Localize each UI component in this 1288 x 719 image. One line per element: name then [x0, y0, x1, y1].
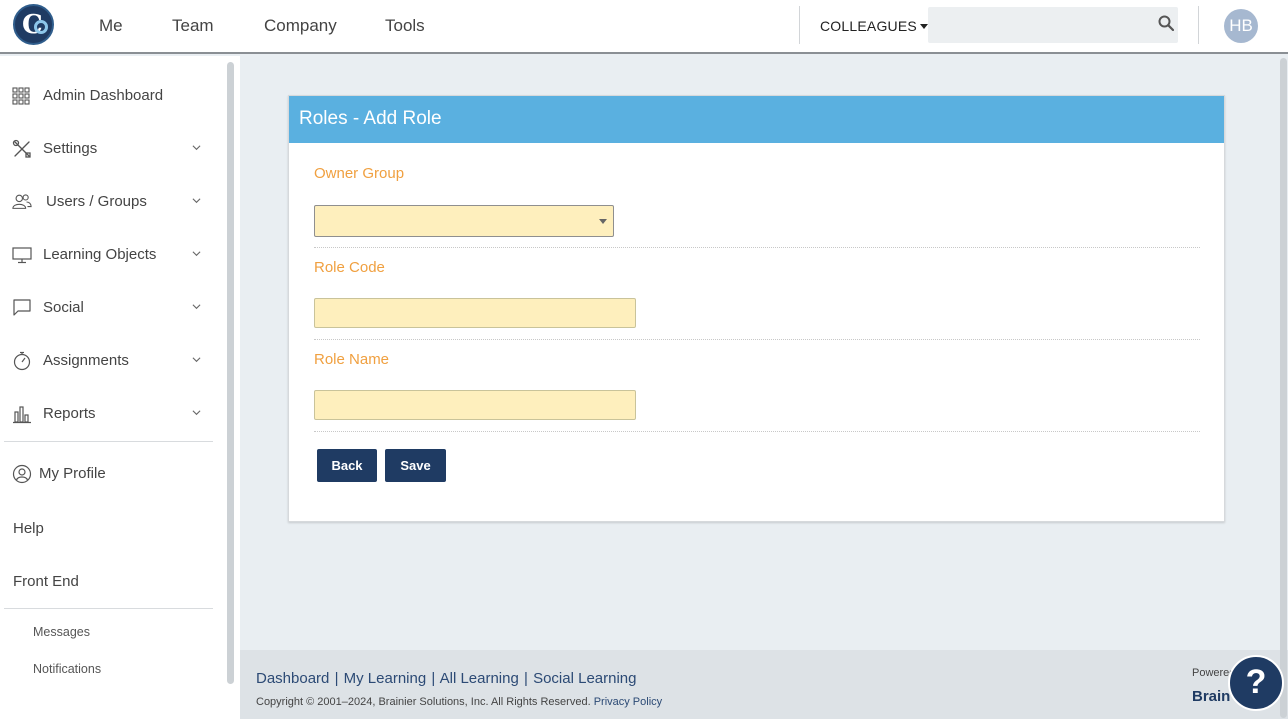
search-icon[interactable]	[1158, 15, 1174, 31]
sidebar-item-my-profile[interactable]: My Profile	[0, 454, 213, 494]
sidebar-item-label: Social	[43, 299, 84, 316]
sidebar-item-label: Reports	[43, 405, 96, 422]
chevron-down-icon	[192, 251, 201, 257]
divider	[799, 6, 800, 44]
chevron-down-icon	[192, 304, 201, 310]
footer-link-dashboard[interactable]: Dashboard	[256, 670, 329, 687]
sidebar-item-admin-dashboard[interactable]: Admin Dashboard	[0, 76, 213, 116]
add-role-card: Roles - Add Role Owner Group Role Code R…	[288, 95, 1225, 522]
footer-link-my-learning[interactable]: My Learning	[344, 670, 427, 687]
back-button[interactable]: Back	[317, 449, 377, 482]
sidebar-item-reports[interactable]: Reports	[0, 394, 213, 434]
role-name-label: Role Name	[314, 351, 390, 368]
sidebar-item-help[interactable]: Help	[13, 520, 44, 537]
profile-icon	[12, 464, 32, 484]
sidebar-item-front-end[interactable]: Front End	[13, 573, 79, 590]
tools-icon	[12, 139, 31, 158]
company-logo[interactable]: C	[13, 4, 54, 45]
sidebar-item-label: Settings	[43, 140, 98, 157]
bar-chart-icon	[13, 406, 31, 424]
footer-link-all-learning[interactable]: All Learning	[440, 670, 519, 687]
main-scrollbar[interactable]	[1280, 58, 1287, 718]
nav-company[interactable]: Company	[264, 16, 337, 36]
colleagues-label: COLLEAGUES	[820, 18, 917, 34]
copyright-label: Copyright © 2001–2024, Brainier Solution…	[256, 696, 591, 708]
divider	[314, 247, 1200, 248]
sidebar-item-label: Assignments	[43, 352, 129, 369]
footer-link-social-learning[interactable]: Social Learning	[533, 670, 636, 687]
owner-group-select[interactable]	[314, 205, 614, 237]
logo-o-icon	[34, 20, 48, 34]
search-input[interactable]	[928, 7, 1178, 43]
copyright-text: Copyright © 2001–2024, Brainier Solution…	[256, 696, 662, 708]
sidebar-divider	[4, 441, 213, 442]
help-button[interactable]: ?	[1228, 655, 1284, 711]
footer-separator: |	[431, 670, 436, 687]
nav-tools[interactable]: Tools	[385, 16, 425, 36]
sidebar-item-users-groups[interactable]: Users / Groups	[0, 182, 213, 222]
sidebar-item-settings[interactable]: Settings	[0, 129, 213, 169]
chevron-down-icon	[192, 357, 201, 363]
grid-icon	[12, 87, 30, 105]
sidebar-scrollbar[interactable]	[227, 62, 234, 684]
sidebar-divider	[4, 608, 213, 609]
nav-team[interactable]: Team	[172, 16, 214, 36]
chevron-down-icon	[192, 145, 201, 151]
role-code-input[interactable]	[314, 298, 636, 328]
card-header: Roles - Add Role	[289, 96, 1224, 143]
role-name-input[interactable]	[314, 390, 636, 420]
sidebar-item-assignments[interactable]: Assignments	[0, 341, 213, 381]
privacy-policy-link[interactable]: Privacy Policy	[594, 696, 662, 708]
users-icon	[12, 194, 32, 209]
stopwatch-icon	[13, 351, 31, 371]
sidebar-item-label: My Profile	[39, 465, 106, 482]
footer-links: Dashboard | My Learning | All Learning |…	[256, 670, 636, 687]
caret-down-icon	[599, 219, 607, 224]
footer-separator: |	[524, 670, 528, 687]
footer-separator: |	[334, 670, 339, 687]
user-avatar[interactable]: HB	[1224, 9, 1258, 43]
divider	[1198, 6, 1199, 44]
sidebar-item-label: Learning Objects	[43, 246, 157, 263]
monitor-icon	[12, 247, 32, 264]
sidebar-item-messages[interactable]: Messages	[33, 625, 90, 639]
divider	[314, 431, 1200, 432]
brainier-logo: Brain	[1192, 688, 1231, 705]
divider	[314, 339, 1200, 340]
top-bar: C Me Team Company Tools COLLEAGUES HB	[0, 0, 1288, 54]
nav-me[interactable]: Me	[99, 16, 123, 36]
page-title: Roles - Add Role	[299, 108, 442, 129]
sidebar-item-notifications[interactable]: Notifications	[33, 662, 101, 676]
sidebar-item-label: Admin Dashboard	[43, 87, 164, 104]
colleagues-dropdown[interactable]: COLLEAGUES	[820, 18, 928, 34]
role-code-label: Role Code	[314, 259, 385, 276]
caret-down-icon	[919, 24, 928, 29]
chevron-down-icon	[192, 410, 201, 416]
owner-group-label: Owner Group	[314, 165, 405, 182]
footer: Dashboard | My Learning | All Learning |…	[240, 650, 1288, 719]
sidebar-item-learning-objects[interactable]: Learning Objects	[0, 235, 213, 275]
chevron-down-icon	[192, 198, 201, 204]
chat-icon	[13, 299, 31, 316]
save-button[interactable]: Save	[385, 449, 446, 482]
sidebar: Admin Dashboard Settings Users / Groups	[0, 56, 240, 719]
sidebar-item-label: Users / Groups	[46, 193, 147, 210]
sidebar-item-social[interactable]: Social	[0, 288, 213, 328]
